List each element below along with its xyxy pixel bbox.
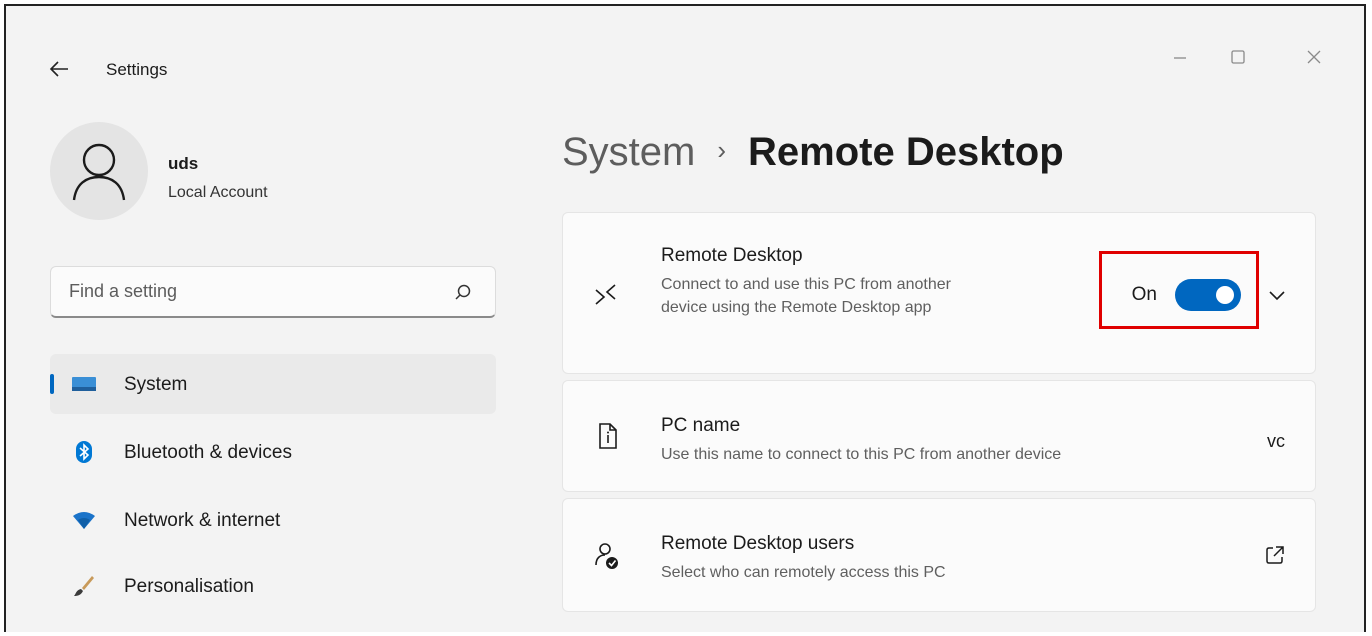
pc-name-value: vc <box>1267 431 1285 451</box>
close-icon <box>1307 50 1321 64</box>
open-external-icon[interactable] <box>1265 545 1285 565</box>
app-title: Settings <box>106 60 168 79</box>
search-box <box>50 266 496 318</box>
sidebar-item-label: Bluetooth & devices <box>124 442 292 463</box>
sidebar-item-label: Personalisation <box>124 576 254 597</box>
card-title: Remote Desktop <box>661 245 803 266</box>
card-description: Use this name to connect to this PC from… <box>661 446 1062 463</box>
breadcrumb-parent[interactable]: System <box>562 130 695 174</box>
wifi-icon <box>73 512 95 529</box>
user-name: uds <box>168 154 199 173</box>
card-title: PC name <box>661 415 741 436</box>
page-title: Remote Desktop <box>748 130 1064 174</box>
sidebar-item-system[interactable]: System <box>50 354 496 414</box>
minimize-button[interactable] <box>1160 42 1200 72</box>
sidebar-item-label: System <box>124 374 188 395</box>
remote-desktop-icon <box>595 284 616 305</box>
pc-name-card[interactable]: PC name Use this name to connect to this… <box>562 380 1316 492</box>
toggle-state-label: On <box>1131 284 1157 305</box>
title-bar: Settings <box>6 6 1364 116</box>
back-arrow-icon <box>49 61 68 77</box>
user-icon <box>72 143 126 201</box>
avatar[interactable] <box>50 122 148 220</box>
chevron-down-icon <box>1269 291 1285 301</box>
search-input[interactable] <box>51 267 441 315</box>
user-check-icon <box>595 543 618 569</box>
account-type: Local Account <box>168 184 268 201</box>
minimize-icon <box>1174 57 1186 59</box>
document-info-icon <box>599 423 617 449</box>
search-icon[interactable] <box>453 283 473 303</box>
brush-icon <box>74 576 94 596</box>
close-button[interactable] <box>1294 42 1334 72</box>
breadcrumb: System › Remote Desktop <box>562 130 1064 175</box>
settings-window: Settings uds Local Account Find a settin… <box>4 4 1366 632</box>
expand-button[interactable] <box>1265 283 1289 307</box>
sidebar-item-label: Network & internet <box>124 510 281 531</box>
maximize-button[interactable] <box>1218 42 1258 72</box>
card-description: Select who can remotely access this PC <box>661 564 946 581</box>
card-title: Remote Desktop users <box>661 533 855 554</box>
card-description: Connect to and use this PC from another … <box>661 276 951 316</box>
remote-desktop-toggle[interactable] <box>1175 279 1241 311</box>
sidebar-item-bluetooth[interactable]: Bluetooth & devices <box>50 422 496 482</box>
remote-desktop-card: Remote Desktop Connect to and use this P… <box>562 212 1316 374</box>
remote-desktop-users-card[interactable]: Remote Desktop users Select who can remo… <box>562 498 1316 612</box>
bluetooth-icon <box>76 441 92 463</box>
sidebar-item-personalisation[interactable]: Personalisation <box>50 556 496 616</box>
maximize-icon <box>1231 50 1245 64</box>
back-button[interactable] <box>46 56 74 82</box>
sidebar-item-network[interactable]: Network & internet <box>50 490 496 550</box>
toggle-knob <box>1216 286 1234 304</box>
system-icon <box>72 377 96 391</box>
breadcrumb-separator: › <box>717 135 727 165</box>
active-indicator <box>50 374 54 394</box>
